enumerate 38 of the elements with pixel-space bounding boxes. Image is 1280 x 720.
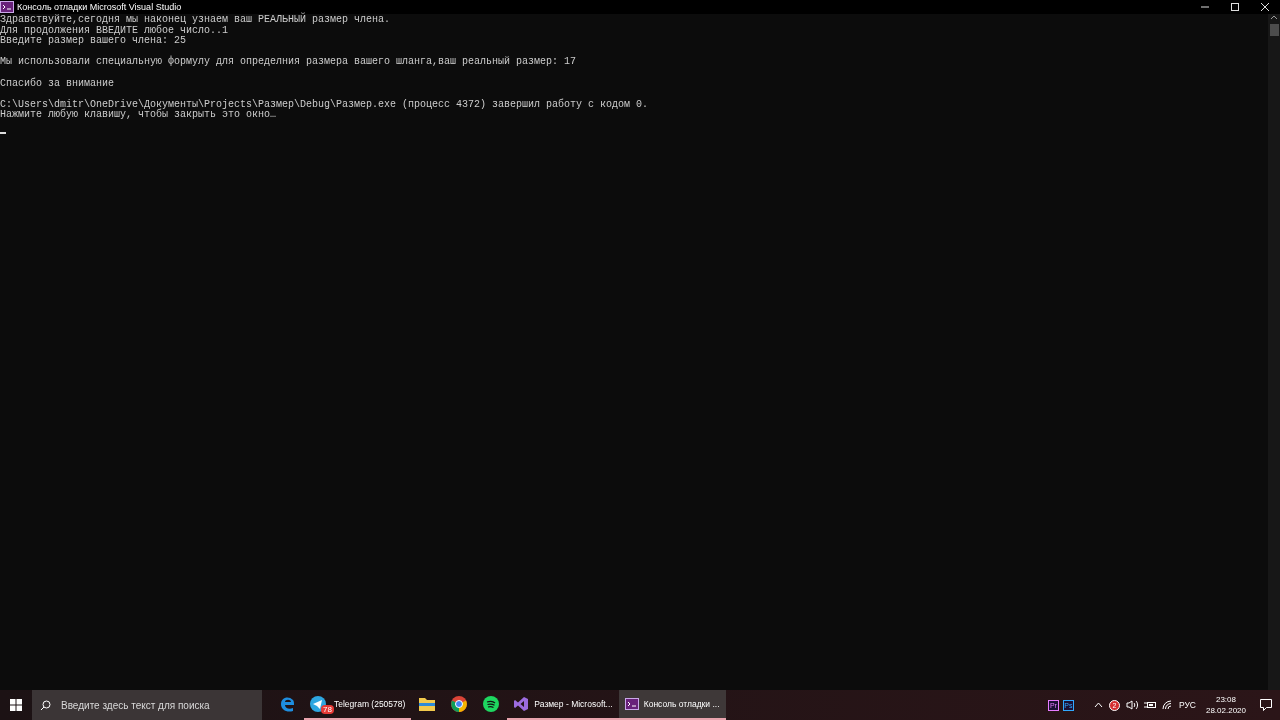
console-line: C:\Users\dmitr\OneDrive\Документы\Projects\Размер\Debug\Размер.exe (процесс 4372) завершил работу с кодом 0. (0, 99, 650, 110)
text-cursor (0, 131, 6, 134)
scrollbar[interactable] (1268, 14, 1280, 690)
wifi-icon[interactable] (1161, 700, 1173, 710)
clock[interactable]: 23:08 28.02.2020 (1205, 694, 1246, 716)
app-label: Размер - Microsoft... (534, 699, 613, 709)
speaker-icon[interactable] (1125, 700, 1138, 710)
chevron-up-icon[interactable] (1093, 702, 1103, 708)
search-box[interactable]: Введите здесь текст для поиска (32, 690, 262, 720)
search-icon (40, 699, 51, 711)
battery-plug-icon[interactable] (1143, 701, 1156, 709)
date-text: 28.02.2020 (1205, 705, 1246, 716)
taskbar-button[interactable]: Размер - Microsoft... (507, 690, 619, 720)
folder-icon (419, 697, 436, 711)
taskbar-button[interactable]: 78 Telegram (250578) (304, 690, 412, 720)
window-title: Консоль отладки Microsoft Visual Studio (17, 2, 182, 12)
browser-e-icon (280, 696, 296, 712)
windows-logo-icon (10, 699, 22, 711)
search-field[interactable]: Введите здесь текст для поиска (59, 698, 253, 712)
console-app-icon (0, 1, 14, 13)
console-line: Введите размер вашего члена: 25 (0, 36, 188, 47)
console-line: Мы использовали специальную формулу для определния размера вашего шланга,ваш реальный размер: 17 (0, 57, 578, 68)
console-line: Для продолжения ВВЕДИТЕ любое число..1 (0, 25, 230, 36)
count-badge: 78 (321, 705, 334, 714)
console-line: Нажмите любую клавишу, чтобы закрыть это окно… (0, 110, 277, 121)
taskbar-button[interactable]: Консоль отладки ... (618, 690, 726, 720)
browser-circle-icon (451, 696, 468, 712)
scroll-thumb[interactable] (1269, 24, 1279, 36)
infinity-logo-icon (513, 696, 530, 712)
scroll-up-icon[interactable] (1270, 14, 1278, 22)
app-label: Консоль отладки ... (643, 699, 720, 709)
notification-center-icon[interactable] (1260, 699, 1272, 711)
app-label: Telegram (250578) (334, 699, 406, 709)
console-app-icon (624, 698, 639, 710)
time-text: 23:08 (1215, 694, 1236, 705)
console-line: Спасибо за внимание (0, 78, 116, 90)
music-app-icon (483, 696, 500, 712)
language-indicator[interactable]: РУС (1178, 700, 1196, 710)
